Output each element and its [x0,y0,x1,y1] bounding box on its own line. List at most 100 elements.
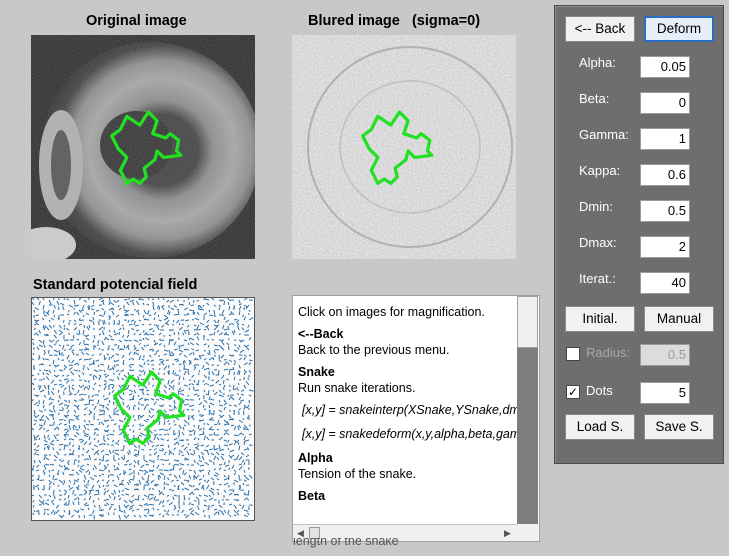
field-vector [98,413,104,416]
field-vector [63,327,66,331]
alpha-field[interactable]: 0.05 [640,56,690,78]
field-vector [123,454,125,460]
field-vector [149,503,155,506]
potential-field-image[interactable] [31,297,255,521]
dmin-label: Dmin: [579,199,613,214]
dmax-label: Dmax: [579,235,617,250]
field-vector [164,459,170,462]
field-vector [185,398,190,401]
field-vector [52,489,55,495]
field-vector [48,354,53,357]
help-intro: Click on images for magnification. [298,305,485,319]
field-vector [202,509,205,513]
field-vector [178,429,180,435]
field-vector [182,409,185,413]
field-vector [91,399,95,401]
help-vertical-scrollbar[interactable] [517,296,538,524]
field-vector [63,419,67,422]
field-vector [190,304,195,306]
field-vector [192,299,195,303]
field-vector [172,464,175,470]
field-vector [108,356,111,361]
field-vector [124,314,130,317]
iterations-label: Iterat.: [579,271,616,286]
field-vector [248,359,253,362]
field-vector [183,459,187,461]
field-vector [76,338,80,341]
field-vector [242,410,245,416]
field-vector [130,369,135,372]
radius-field[interactable]: 0.5 [640,344,690,366]
manual-button[interactable]: Manual [644,306,714,332]
field-vector [73,481,76,486]
field-vector [90,423,95,426]
field-vector [174,464,180,466]
dots-checkbox[interactable]: ✓ [566,385,580,399]
field-vector [135,453,140,456]
radius-checkbox[interactable] [566,347,580,361]
field-vector [128,406,131,411]
field-vector [48,469,51,473]
field-vector [83,413,87,416]
field-vector [218,483,222,486]
field-vector [88,400,91,406]
dmax-field[interactable]: 2 [640,236,690,258]
field-vector [218,449,222,452]
original-image[interactable] [31,35,255,259]
field-vector [202,430,205,436]
field-vector [185,319,190,322]
field-vector [83,514,86,519]
field-vector [237,382,240,386]
field-vector [58,306,60,311]
field-vector [73,334,75,339]
field-vector [92,299,95,304]
field-vector [93,412,96,416]
field-vector [83,403,89,406]
field-vector [47,390,50,396]
field-vector [216,364,220,367]
help-code-snakeinterp: [x,y] = snakeinterp(XSnake,YSnake,dmax, [302,403,537,417]
field-vector [88,419,91,423]
iterations-field[interactable]: 40 [640,272,690,294]
field-vector [170,468,175,471]
field-vector [191,319,195,321]
field-vector [140,378,145,381]
gamma-field[interactable]: 1 [640,128,690,150]
field-vector [53,482,55,486]
field-vector [234,493,240,496]
load-snake-button[interactable]: Load S. [565,414,635,440]
field-vector [182,361,185,366]
kappa-field[interactable]: 0.6 [640,164,690,186]
field-vector [78,447,80,451]
scroll-right-arrow-icon[interactable]: ▶ [504,528,511,539]
help-text-panel[interactable]: Click on images for magnification. <--Ba… [292,295,540,542]
dots-field[interactable]: 5 [640,382,690,404]
help-snake-heading: Snake [298,365,335,379]
field-vector [103,504,107,506]
field-vector [137,407,140,411]
field-vector [221,314,225,317]
field-vector [168,473,173,476]
field-vector [213,423,218,426]
save-snake-button[interactable]: Save S. [644,414,714,440]
field-vector [144,318,150,321]
initial-button[interactable]: Initial. [565,306,635,332]
field-vector [240,393,245,396]
back-button[interactable]: <-- Back [565,16,635,42]
dmin-field[interactable]: 0.5 [640,200,690,222]
help-code-snakedeform: [x,y] = snakedeform(x,y,alpha,beta,gamma [302,427,538,441]
field-vector [106,403,110,406]
field-vector [98,347,100,351]
field-vector [58,349,61,355]
field-vector [83,458,87,461]
field-vector [157,475,160,481]
field-vector [147,298,150,301]
blurred-image[interactable] [292,35,516,259]
deform-button[interactable]: Deform [644,16,714,42]
beta-field[interactable]: 0 [640,92,690,114]
vertical-scroll-thumb[interactable] [517,296,538,348]
field-vector [127,329,130,334]
potential-field-title: Standard potencial field [33,277,198,293]
field-vector [221,449,225,451]
field-vector [238,504,242,507]
